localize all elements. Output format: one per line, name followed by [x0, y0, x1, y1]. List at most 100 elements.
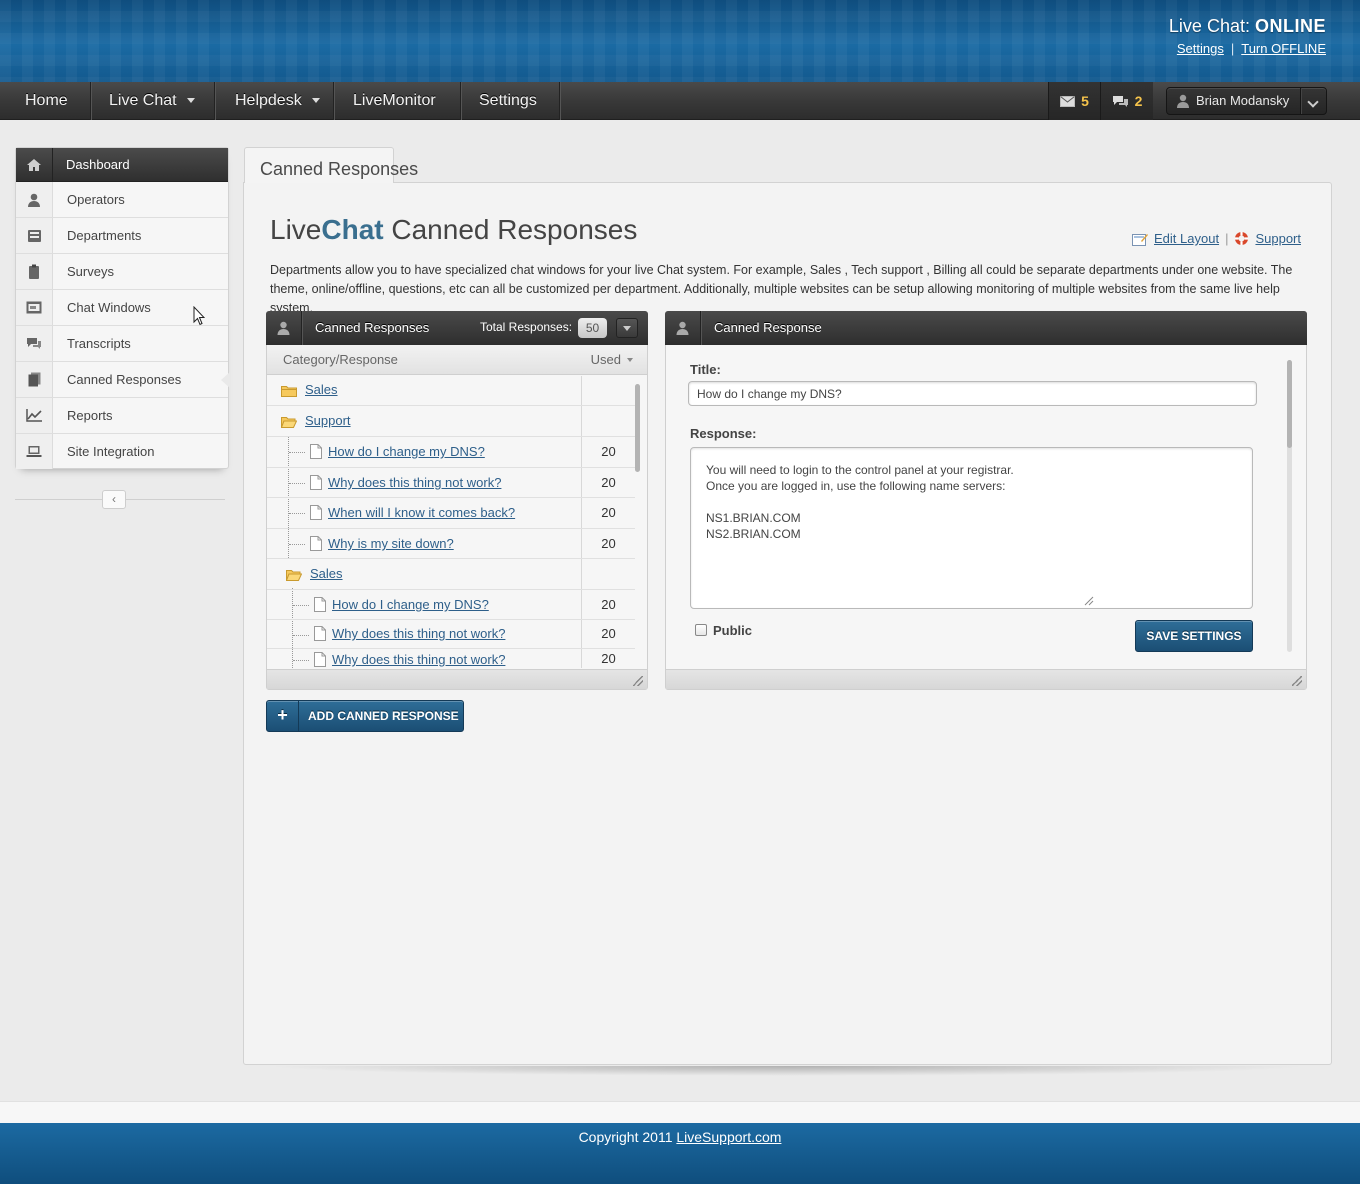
table-row[interactable]: How do I change my DNS? 20	[267, 437, 635, 468]
textarea-resize-grip-icon[interactable]	[1084, 593, 1094, 611]
user-menu[interactable]: Brian Modansky	[1166, 87, 1327, 115]
nav-live-chat[interactable]: Live Chat	[91, 82, 215, 120]
response-link[interactable]: How do I change my DNS?	[332, 597, 489, 612]
clipboard-icon	[29, 264, 39, 279]
table-row[interactable]: How do I change my DNS? 20	[267, 590, 635, 620]
document-icon	[314, 652, 326, 667]
sidebar-item-reports[interactable]: Reports	[16, 398, 228, 434]
nav-settings-label: Settings	[479, 92, 537, 109]
sidebar-item-canned-responses[interactable]: Canned Responses	[16, 362, 230, 398]
response-link[interactable]: Why is my site down?	[328, 536, 454, 551]
nav-home[interactable]: Home	[0, 82, 91, 120]
category-link[interactable]: Sales	[305, 382, 338, 397]
panel-shadow	[265, 1066, 1309, 1076]
widget-header: Canned Responses Total Responses: 50	[266, 311, 648, 345]
title-field[interactable]	[688, 381, 1257, 406]
chats-badge[interactable]: 2	[1100, 82, 1153, 120]
widget-header-icon-cell	[266, 311, 302, 345]
sidebar-item-label: Operators	[67, 192, 125, 207]
footer-band	[0, 1101, 1360, 1123]
widget-footer	[666, 669, 1306, 689]
used-count: 20	[581, 590, 635, 619]
list-scrollbar[interactable]	[635, 384, 640, 472]
sidebar-icon-cell	[16, 182, 53, 217]
response-link[interactable]: Why does this thing not work?	[332, 652, 505, 667]
tree-line	[293, 635, 309, 636]
user-menu-dropdown-toggle[interactable]	[1300, 88, 1326, 114]
list-item[interactable]: Sales	[267, 559, 635, 590]
sidebar-icon-cell	[16, 290, 53, 325]
tree-line	[293, 605, 309, 606]
laptop-icon	[26, 446, 42, 457]
public-checkbox[interactable]	[695, 624, 707, 636]
column-header-category[interactable]: Category/Response	[283, 345, 398, 375]
nav-helpdesk[interactable]: Helpdesk	[215, 82, 334, 120]
response-link[interactable]: Why does this thing not work?	[328, 475, 501, 490]
widget-header: Canned Response	[665, 311, 1307, 345]
page-footer: Copyright 2011 LiveSupport.com	[0, 1123, 1360, 1184]
table-row[interactable]: Why is my site down? 20	[267, 529, 635, 559]
sidebar-item-label: Chat Windows	[67, 300, 151, 315]
livesupport-link[interactable]: LiveSupport.com	[676, 1129, 781, 1145]
save-settings-button[interactable]: SAVE SETTINGS	[1135, 620, 1253, 652]
list-item[interactable]: Support	[267, 406, 635, 437]
turn-offline-link[interactable]: Turn OFFLINE	[1241, 41, 1326, 56]
document-icon	[310, 444, 322, 459]
response-link[interactable]: Why does this thing not work?	[332, 626, 505, 641]
support-link[interactable]: Support	[1255, 231, 1301, 246]
sidebar-icon-cell	[16, 254, 53, 289]
list-column-headers: Category/Response Used	[267, 345, 647, 375]
table-row[interactable]: When will I know it comes back? 20	[267, 498, 635, 529]
response-field[interactable]: You will need to login to the control pa…	[690, 447, 1253, 609]
detail-scrollbar[interactable]	[1287, 360, 1292, 448]
nav-home-label: Home	[25, 92, 68, 109]
response-link[interactable]: When will I know it comes back?	[328, 505, 515, 520]
response-link[interactable]: How do I change my DNS?	[328, 444, 485, 459]
category-link[interactable]: Sales	[310, 566, 343, 581]
sidebar-item-label: Reports	[67, 408, 113, 423]
nav-livemonitor[interactable]: LiveMonitor	[334, 82, 461, 120]
lifebuoy-icon	[1235, 232, 1249, 245]
used-count: 20	[581, 498, 635, 528]
sidebar-item-site-integration[interactable]: Site Integration	[16, 434, 228, 470]
sidebar-item-operators[interactable]: Operators	[16, 182, 228, 218]
used-count: 20	[581, 620, 635, 648]
resize-grip-icon[interactable]	[1292, 676, 1302, 686]
canned-response-detail-widget: Canned Response Title: Response: You wil…	[665, 311, 1307, 690]
page-tab: Canned Responses	[244, 147, 418, 183]
list-item[interactable]: Sales	[267, 376, 635, 406]
sidebar-item-dashboard[interactable]: Dashboard	[16, 148, 228, 182]
total-responses-label: Total Responses:	[480, 320, 573, 334]
public-label: Public	[713, 623, 753, 638]
header-pattern	[0, 0, 1360, 82]
category-link[interactable]: Support	[305, 413, 351, 428]
add-canned-response-button[interactable]: + ADD CANNED RESPONSE	[266, 700, 464, 732]
chat-status-prefix: Live Chat:	[1168, 16, 1250, 36]
total-responses-dropdown[interactable]	[616, 318, 638, 338]
envelope-icon	[1060, 96, 1076, 107]
table-row[interactable]: Why does this thing not work? 20	[267, 468, 635, 498]
sidebar-collapse-button[interactable]: ‹	[102, 490, 126, 509]
document-icon	[310, 536, 322, 551]
table-row[interactable]: Why does this thing not work? 20	[267, 620, 635, 649]
edit-layout-link[interactable]: Edit Layout	[1154, 231, 1219, 246]
widget-title: Canned Responses	[315, 320, 430, 335]
sidebar-item-departments[interactable]: Departments	[16, 218, 228, 254]
link-separator: |	[1230, 41, 1235, 56]
table-row[interactable]: Why does this thing not work? 20	[267, 649, 635, 668]
user-icon	[676, 321, 689, 335]
column-header-used[interactable]: Used	[591, 345, 633, 375]
title-field-label: Title:	[690, 362, 721, 377]
header-settings-link[interactable]: Settings	[1177, 41, 1224, 56]
used-count: 20	[581, 468, 635, 497]
window-icon	[26, 301, 42, 314]
nav-settings[interactable]: Settings	[461, 82, 560, 120]
resize-grip-icon[interactable]	[633, 676, 643, 686]
document-icon	[314, 597, 326, 612]
messages-badge[interactable]: 5	[1048, 82, 1100, 120]
mouse-cursor-icon	[193, 306, 205, 326]
sidebar-item-surveys[interactable]: Surveys	[16, 254, 228, 290]
sidebar-item-transcripts[interactable]: Transcripts	[16, 326, 228, 362]
total-responses-value: 50	[578, 318, 607, 338]
chart-icon	[26, 409, 42, 422]
